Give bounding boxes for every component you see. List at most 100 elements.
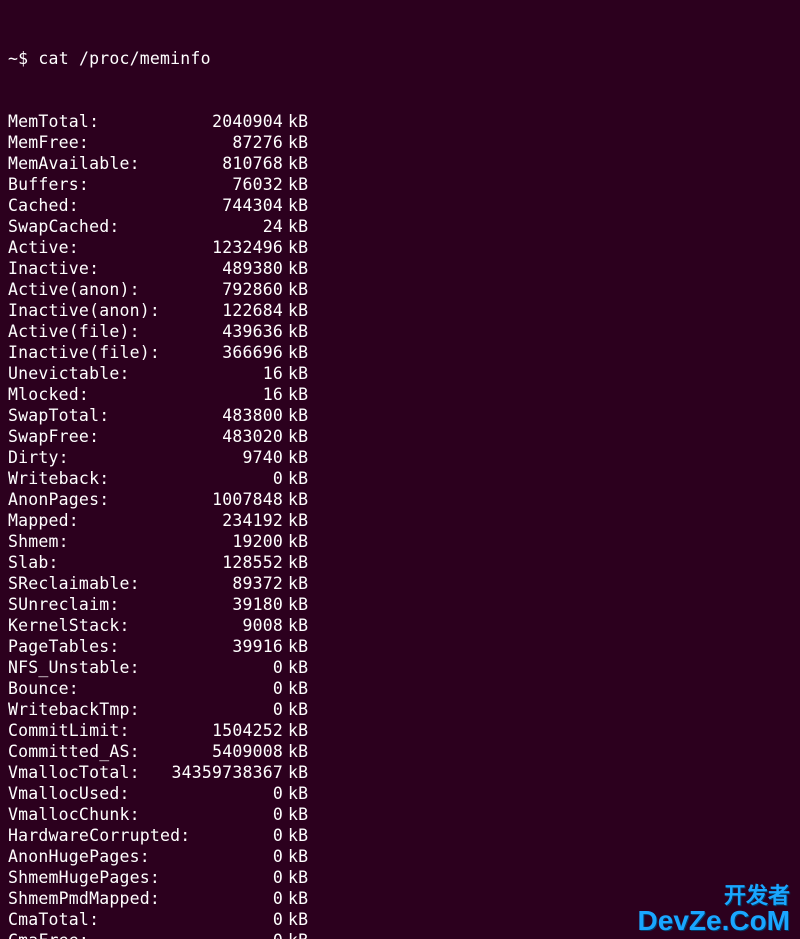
meminfo-row: CmaFree:0kB <box>8 930 792 939</box>
meminfo-unit: kB <box>283 447 308 468</box>
meminfo-row: Active(file):439636kB <box>8 321 792 342</box>
meminfo-value: 76032 <box>168 174 283 195</box>
meminfo-unit: kB <box>283 615 308 636</box>
meminfo-label: Mlocked: <box>8 384 168 405</box>
meminfo-value: 483020 <box>168 426 283 447</box>
meminfo-row: Dirty:9740kB <box>8 447 792 468</box>
meminfo-unit: kB <box>283 846 308 867</box>
meminfo-label: ShmemPmdMapped: <box>8 888 168 909</box>
meminfo-row: MemFree:87276kB <box>8 132 792 153</box>
meminfo-value: 9008 <box>168 615 283 636</box>
meminfo-label: VmallocChunk: <box>8 804 168 825</box>
meminfo-unit: kB <box>283 531 308 552</box>
meminfo-unit: kB <box>283 174 308 195</box>
meminfo-unit: kB <box>283 573 308 594</box>
meminfo-unit: kB <box>283 657 308 678</box>
meminfo-label: AnonPages: <box>8 489 168 510</box>
meminfo-value: 122684 <box>168 300 283 321</box>
meminfo-unit: kB <box>283 741 308 762</box>
meminfo-value: 0 <box>168 783 283 804</box>
meminfo-value: 0 <box>168 678 283 699</box>
shell-command: cat /proc/meminfo <box>38 49 210 68</box>
meminfo-unit: kB <box>283 678 308 699</box>
meminfo-value: 810768 <box>168 153 283 174</box>
meminfo-row: WritebackTmp:0kB <box>8 699 792 720</box>
meminfo-label: VmallocTotal: <box>8 762 168 783</box>
meminfo-label: ShmemHugePages: <box>8 867 168 888</box>
meminfo-row: SwapCached:24kB <box>8 216 792 237</box>
meminfo-row: Mapped:234192kB <box>8 510 792 531</box>
meminfo-label: CmaFree: <box>8 930 168 939</box>
meminfo-value: 0 <box>168 804 283 825</box>
meminfo-row: Writeback:0kB <box>8 468 792 489</box>
meminfo-unit: kB <box>283 510 308 531</box>
meminfo-value: 2040904 <box>168 111 283 132</box>
shell-prompt: ~$ <box>8 49 28 68</box>
command-line: ~$ cat /proc/meminfo <box>8 48 792 69</box>
meminfo-value: 128552 <box>168 552 283 573</box>
meminfo-unit: kB <box>283 699 308 720</box>
meminfo-value: 1007848 <box>168 489 283 510</box>
meminfo-value: 89372 <box>168 573 283 594</box>
meminfo-label: NFS_Unstable: <box>8 657 168 678</box>
meminfo-value: 439636 <box>168 321 283 342</box>
meminfo-row: Unevictable:16kB <box>8 363 792 384</box>
meminfo-row: SwapFree:483020kB <box>8 426 792 447</box>
meminfo-label: MemTotal: <box>8 111 168 132</box>
meminfo-unit: kB <box>283 552 308 573</box>
meminfo-value: 0 <box>168 468 283 489</box>
meminfo-row: MemAvailable:810768kB <box>8 153 792 174</box>
meminfo-row: HardwareCorrupted:0kB <box>8 825 792 846</box>
meminfo-value: 489380 <box>168 258 283 279</box>
meminfo-unit: kB <box>283 636 308 657</box>
meminfo-unit: kB <box>283 384 308 405</box>
meminfo-unit: kB <box>283 363 308 384</box>
meminfo-unit: kB <box>283 405 308 426</box>
meminfo-value: 39916 <box>168 636 283 657</box>
meminfo-unit: kB <box>283 720 308 741</box>
meminfo-unit: kB <box>283 804 308 825</box>
meminfo-label: CmaTotal: <box>8 909 168 930</box>
meminfo-row: MemTotal:2040904kB <box>8 111 792 132</box>
meminfo-label: SwapTotal: <box>8 405 168 426</box>
meminfo-unit: kB <box>283 783 308 804</box>
meminfo-row: SwapTotal:483800kB <box>8 405 792 426</box>
meminfo-value: 1232496 <box>168 237 283 258</box>
meminfo-value: 483800 <box>168 405 283 426</box>
meminfo-label: Writeback: <box>8 468 168 489</box>
meminfo-label: Inactive(anon): <box>8 300 168 321</box>
meminfo-value: 5409008 <box>168 741 283 762</box>
meminfo-row: Inactive:489380kB <box>8 258 792 279</box>
meminfo-label: Slab: <box>8 552 168 573</box>
meminfo-value: 39180 <box>168 594 283 615</box>
meminfo-unit: kB <box>283 489 308 510</box>
terminal-window[interactable]: ~$ cat /proc/meminfo MemTotal:2040904kBM… <box>0 0 800 939</box>
meminfo-label: SUnreclaim: <box>8 594 168 615</box>
meminfo-unit: kB <box>283 111 308 132</box>
meminfo-value: 234192 <box>168 510 283 531</box>
meminfo-label: SwapFree: <box>8 426 168 447</box>
meminfo-row: CmaTotal:0kB <box>8 909 792 930</box>
meminfo-row: Buffers:76032kB <box>8 174 792 195</box>
meminfo-label: KernelStack: <box>8 615 168 636</box>
meminfo-label: Active(anon): <box>8 279 168 300</box>
meminfo-label: Shmem: <box>8 531 168 552</box>
meminfo-unit: kB <box>283 237 308 258</box>
meminfo-row: AnonPages:1007848kB <box>8 489 792 510</box>
meminfo-label: Cached: <box>8 195 168 216</box>
meminfo-value: 0 <box>168 846 283 867</box>
meminfo-unit: kB <box>283 216 308 237</box>
meminfo-label: VmallocUsed: <box>8 783 168 804</box>
meminfo-label: PageTables: <box>8 636 168 657</box>
meminfo-row: Cached:744304kB <box>8 195 792 216</box>
meminfo-value: 0 <box>168 657 283 678</box>
meminfo-row: KernelStack:9008kB <box>8 615 792 636</box>
meminfo-row: Active:1232496kB <box>8 237 792 258</box>
meminfo-row: VmallocUsed:0kB <box>8 783 792 804</box>
meminfo-unit: kB <box>283 867 308 888</box>
meminfo-unit: kB <box>283 300 308 321</box>
meminfo-row: Inactive(anon):122684kB <box>8 300 792 321</box>
meminfo-value: 366696 <box>168 342 283 363</box>
meminfo-row: Active(anon):792860kB <box>8 279 792 300</box>
meminfo-row: PageTables:39916kB <box>8 636 792 657</box>
